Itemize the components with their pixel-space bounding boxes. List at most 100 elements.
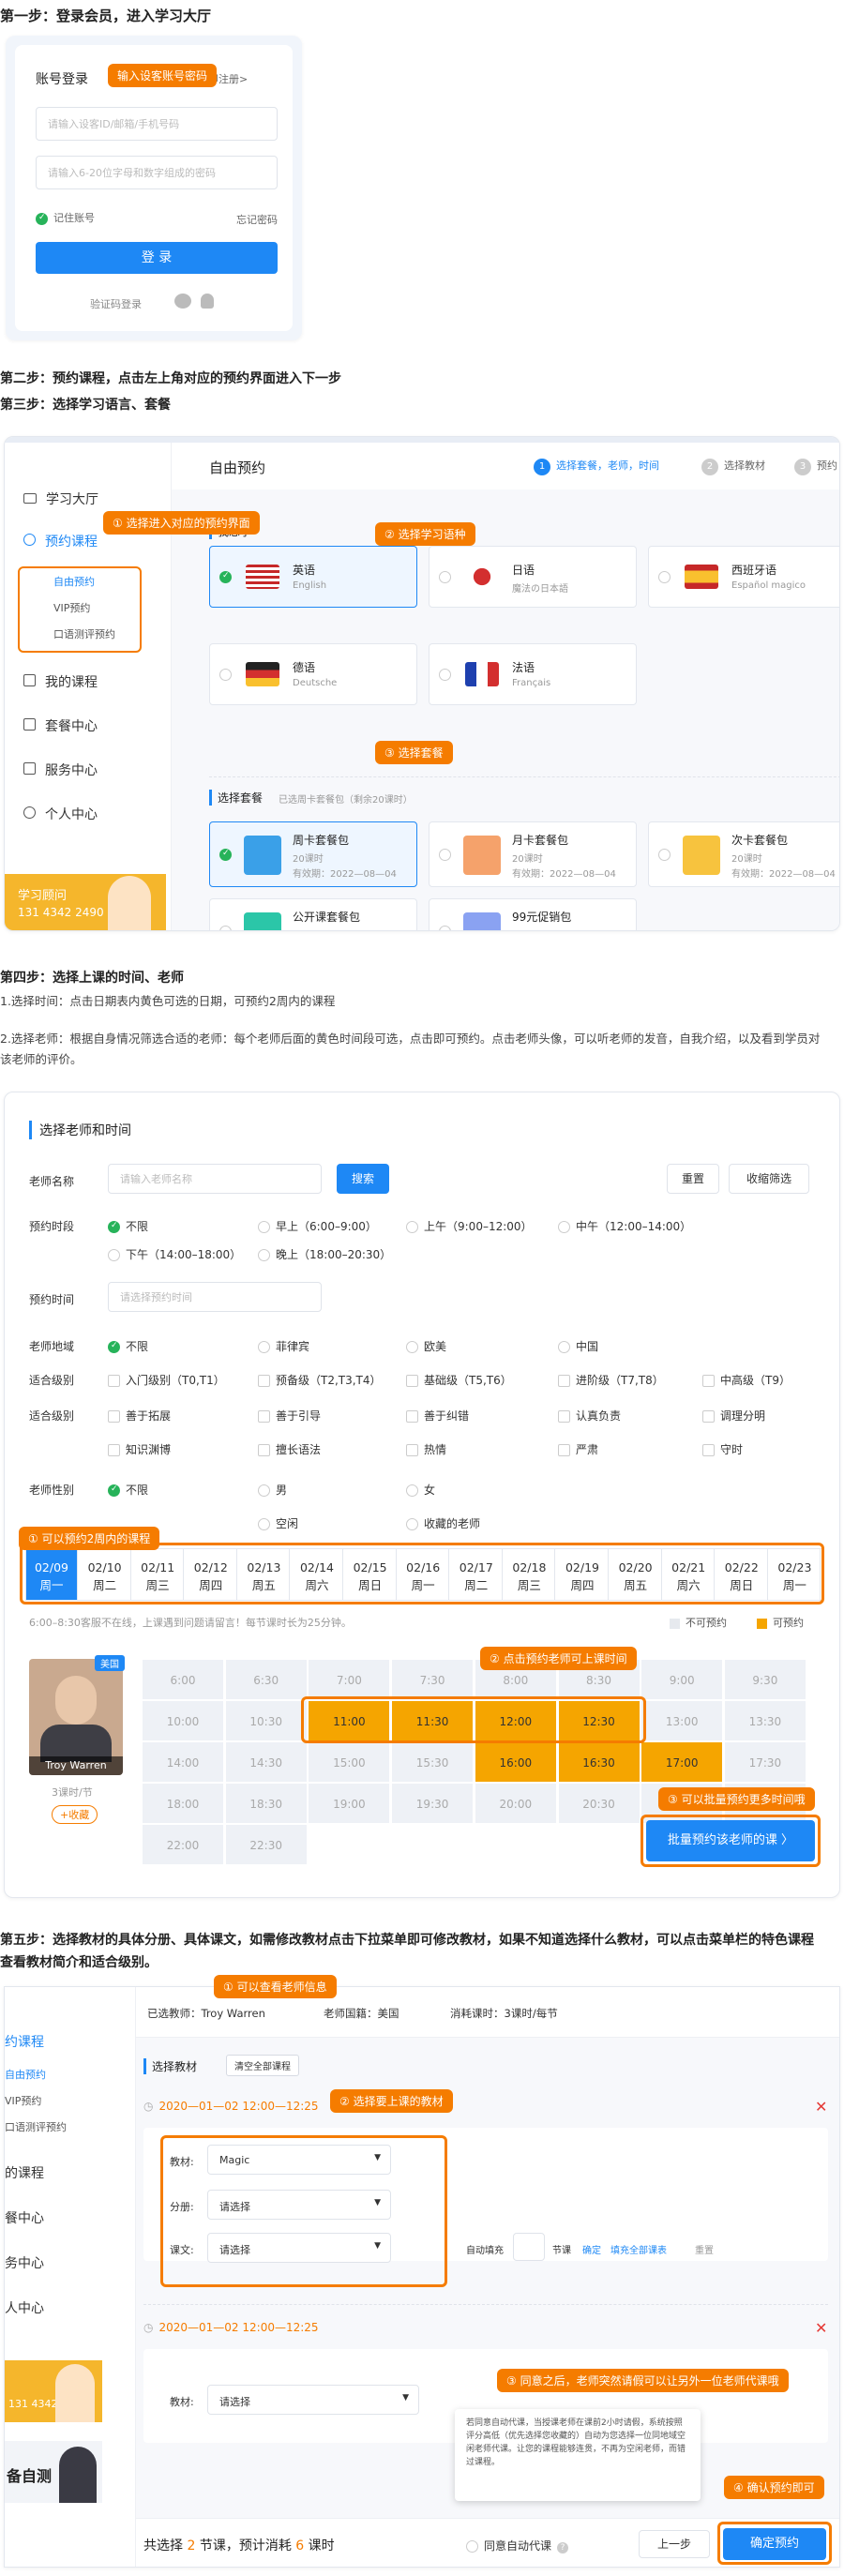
language-card[interactable]: 法语 Français <box>429 643 637 705</box>
filter-option[interactable]: 善于引导 <box>258 1408 321 1424</box>
option-control[interactable] <box>258 1341 270 1353</box>
login-button[interactable]: 登 录 <box>36 242 278 274</box>
filter-option[interactable]: 空闲 <box>258 1515 298 1531</box>
language-radio[interactable] <box>658 571 671 583</box>
option-control[interactable] <box>558 1341 570 1353</box>
sub-vip-booking[interactable]: VIP预约 <box>5 2093 41 2108</box>
option-control[interactable] <box>108 1444 120 1456</box>
sidebar-item-booking[interactable]: 预约课程 <box>23 532 98 550</box>
teacher-name-input[interactable]: 请输入老师名称 <box>108 1164 322 1194</box>
sidebar-item-profile[interactable]: 个人中心 <box>23 805 98 823</box>
option-control[interactable] <box>258 1444 270 1456</box>
filter-option[interactable]: 不限 <box>108 1338 148 1354</box>
filter-option[interactable]: 下午（14:00–18:00） <box>108 1246 241 1262</box>
option-control[interactable] <box>108 1341 120 1353</box>
package-card[interactable]: 月卡套餐包 20课时 有效期：2022—08—04 <box>429 821 637 887</box>
option-control[interactable] <box>258 1375 270 1387</box>
filter-option[interactable]: 入门级别（T0,T1） <box>108 1372 225 1388</box>
language-card[interactable]: 英语 English <box>209 546 417 608</box>
filter-option[interactable]: 收藏的老师 <box>406 1515 480 1531</box>
sidebar-item-booking[interactable]: 约课程 <box>5 2032 44 2051</box>
filter-option[interactable]: 严肃 <box>558 1441 598 1457</box>
filter-option[interactable]: 菲律宾 <box>258 1338 309 1354</box>
option-control[interactable] <box>258 1410 270 1423</box>
option-control[interactable] <box>558 1375 570 1387</box>
sidebar-item-courses[interactable]: 的课程 <box>5 2163 44 2182</box>
option-control[interactable] <box>108 1249 120 1261</box>
filter-option[interactable]: 认真负责 <box>558 1408 621 1424</box>
filter-option[interactable]: 男 <box>258 1482 287 1498</box>
package-card[interactable]: 次卡套餐包 20课时 有效期：2022—08—04 <box>648 821 839 887</box>
filter-option[interactable]: 擅长语法 <box>258 1441 321 1457</box>
clear-all-button[interactable]: 清空全部课程 <box>226 2055 299 2076</box>
package-radio[interactable] <box>219 849 232 861</box>
option-control[interactable] <box>108 1484 120 1497</box>
option-control[interactable] <box>258 1484 270 1497</box>
reset-button[interactable]: 重置 <box>667 1164 719 1194</box>
time-slot[interactable]: 17:00 <box>641 1741 724 1783</box>
language-radio[interactable] <box>219 669 232 681</box>
language-radio[interactable] <box>439 669 451 681</box>
close-icon[interactable]: ✕ <box>815 2319 827 2337</box>
package-card[interactable]: 公开课套餐包20课时有效期：2022—08—04 <box>209 898 417 930</box>
search-button[interactable]: 搜索 <box>337 1164 389 1194</box>
option-control[interactable] <box>406 1484 418 1497</box>
qq-icon[interactable] <box>201 294 214 309</box>
option-control[interactable] <box>702 1410 715 1423</box>
code-login-link[interactable]: 验证码登录 <box>90 296 142 311</box>
confirm-link[interactable]: 确定 <box>582 2242 601 2256</box>
sidebar-item-service[interactable]: 服务中心 <box>23 761 98 779</box>
option-control[interactable] <box>406 1444 418 1456</box>
time-slot[interactable]: 16:00 <box>474 1741 557 1783</box>
option-control[interactable] <box>558 1444 570 1456</box>
filter-option[interactable]: 预备级（T2,T3,T4） <box>258 1372 382 1388</box>
package-card[interactable]: 99元促销包20课时有效期：2022—08—04 <box>429 898 637 930</box>
sidebar-item-profile[interactable]: 人中心 <box>5 2298 44 2317</box>
sub-free-booking[interactable]: 自由预约 <box>5 2067 46 2082</box>
time-input[interactable]: 请选择预约时间 <box>108 1282 322 1312</box>
sub-oral-booking[interactable]: 口语测评预约 <box>5 2119 67 2134</box>
option-control[interactable] <box>702 1444 715 1456</box>
filter-option[interactable]: 不限 <box>108 1482 148 1498</box>
language-card[interactable]: 日语 魔法の日本語 <box>429 546 637 608</box>
package-radio[interactable] <box>439 849 451 861</box>
wechat-icon[interactable] <box>174 294 191 309</box>
filter-option[interactable]: 中国 <box>558 1338 598 1354</box>
filter-option[interactable]: 女 <box>406 1482 435 1498</box>
filter-option[interactable]: 热情 <box>406 1441 446 1457</box>
teacher-avatar[interactable]: Troy Warren <box>29 1659 123 1775</box>
filter-option[interactable]: 调理分明 <box>702 1408 765 1424</box>
option-control[interactable] <box>258 1249 270 1261</box>
forgot-link[interactable]: 忘记密码 <box>236 212 278 227</box>
language-card[interactable]: 西班牙语 Español magico <box>648 546 839 608</box>
agree-substitute[interactable]: 同意自动代课? <box>466 2538 569 2553</box>
sidebar-item-package[interactable]: 餐中心 <box>5 2208 44 2227</box>
filter-option[interactable]: 上午（9:00–12:00） <box>406 1218 533 1234</box>
option-control[interactable] <box>406 1518 418 1530</box>
option-control[interactable] <box>558 1221 570 1233</box>
sidebar-item-service[interactable]: 务中心 <box>5 2253 44 2272</box>
password-input[interactable]: 请输入6-20位字母和数字组成的密码 <box>36 156 278 189</box>
filter-option[interactable]: 中午（12:00–14:00） <box>558 1218 691 1234</box>
filter-option[interactable]: 善于纠错 <box>406 1408 469 1424</box>
agree-radio[interactable] <box>466 2540 478 2553</box>
collapse-filter-button[interactable]: 收缩筛选 <box>729 1164 809 1194</box>
material-select[interactable]: 请选择 ▼ <box>207 2385 419 2415</box>
option-control[interactable] <box>108 1375 120 1387</box>
option-control[interactable] <box>406 1410 418 1423</box>
filter-option[interactable]: 进阶级（T7,T8） <box>558 1372 664 1388</box>
filter-option[interactable]: 早上（6:00–9:00） <box>258 1218 377 1234</box>
package-radio[interactable] <box>658 849 671 861</box>
account-input[interactable]: 请输入设客ID/邮箱/手机号码 <box>36 107 278 141</box>
auto-fill-input[interactable] <box>513 2233 545 2261</box>
remember-checkbox[interactable]: 记住账号 <box>36 210 95 225</box>
sidebar-item-courses[interactable]: 我的课程 <box>23 672 98 691</box>
option-control[interactable] <box>108 1410 120 1423</box>
option-control[interactable] <box>558 1410 570 1423</box>
filter-option[interactable]: 不限 <box>108 1218 148 1234</box>
package-radio[interactable] <box>219 926 232 930</box>
help-icon[interactable]: ? <box>557 2542 569 2553</box>
fill-all-link[interactable]: 填充全部课表 <box>610 2242 667 2256</box>
filter-option[interactable]: 晚上（18:00–20:30） <box>258 1246 391 1262</box>
filter-option[interactable]: 守时 <box>702 1441 743 1457</box>
